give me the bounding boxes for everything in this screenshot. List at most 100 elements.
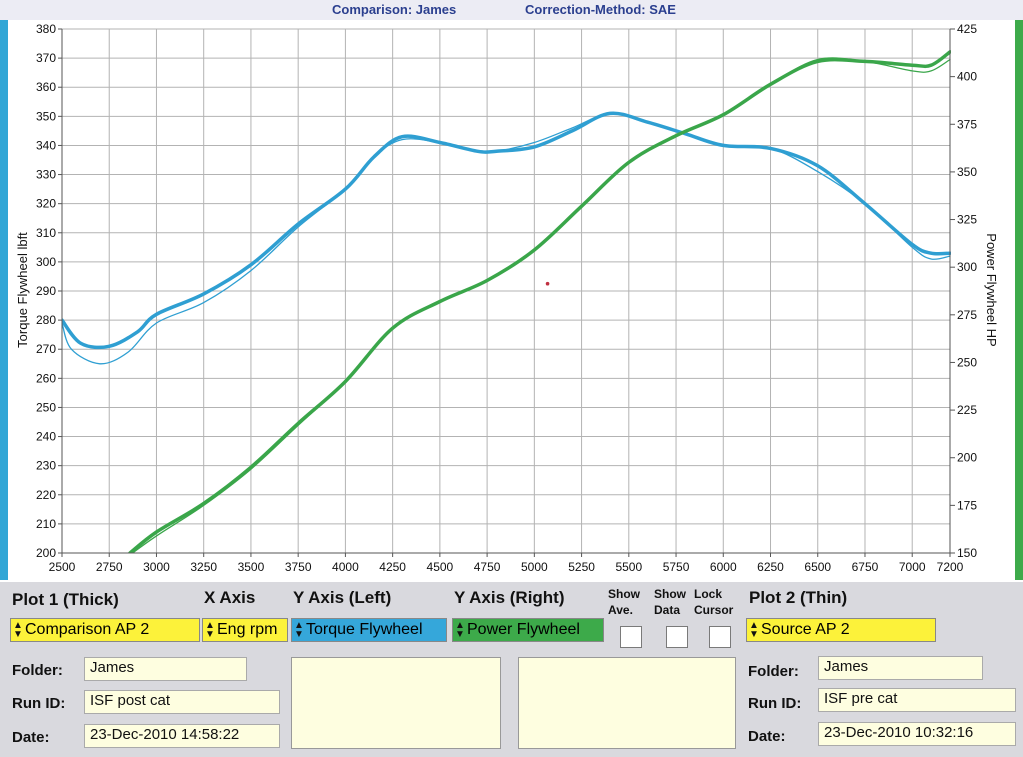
y-axis-left-label: Torque Flywheel lbft [15, 232, 30, 348]
plot2-folder-label: Folder: [748, 663, 799, 680]
y-axis-right-value: Power Flywheel [467, 621, 580, 638]
y2-tick-label: 375 [957, 117, 977, 131]
cursor-dot [545, 281, 550, 286]
x-tick-label: 4500 [427, 560, 454, 574]
y-axis-right-title: Y Axis (Right) [454, 588, 565, 607]
spinner-icon: ▲ ▼ [749, 620, 759, 640]
x-tick-label: 3750 [285, 560, 312, 574]
y-tick-label: 360 [36, 80, 56, 94]
y2-tick-label: 200 [957, 451, 977, 465]
x-axis-title: X Axis [204, 588, 256, 607]
spinner-icon: ▲ ▼ [455, 620, 465, 640]
plot1-date-label: Date: [12, 729, 50, 746]
y-tick-label: 300 [36, 255, 56, 269]
y-tick-label: 200 [36, 546, 56, 560]
y-axis-right-label: Power Flywheel HP [984, 233, 999, 346]
x-tick-label: 7000 [899, 560, 926, 574]
y-tick-label: 260 [36, 371, 56, 385]
x-tick-label: 3250 [190, 560, 217, 574]
notes-box-right[interactable] [518, 657, 736, 749]
plot1-date-field[interactable]: 23-Dec-2010 14:58:22 [84, 724, 280, 748]
plot2-source-select[interactable]: ▲ ▼ Source AP 2 [746, 618, 936, 642]
y2-tick-label: 425 [957, 22, 977, 36]
y-axis-left-select[interactable]: ▲ ▼ Torque Flywheel [291, 618, 447, 642]
x-tick-label: 2750 [96, 560, 123, 574]
x-tick-label: 4750 [474, 560, 501, 574]
y-tick-label: 310 [36, 226, 56, 240]
plot2-runid-label: Run ID: [748, 695, 802, 712]
spinner-icon: ▲ ▼ [13, 620, 23, 640]
y2-tick-label: 175 [957, 498, 977, 512]
y2-tick-label: 250 [957, 355, 977, 369]
x-axis-value: Eng rpm [217, 621, 278, 638]
plot1-runid-field[interactable]: ISF post cat [84, 690, 280, 714]
plot2-date-label: Date: [748, 728, 786, 745]
dyno-chart: 2500 2750 3000 3250 3500 3750 4000 4250 4500 4750… [15, 22, 999, 574]
x-tick-label: 5500 [615, 560, 642, 574]
y-tick-label: 350 [36, 109, 56, 123]
y-axis-left-value: Torque Flywheel [306, 621, 423, 638]
plot2-date-field[interactable]: 23-Dec-2010 10:32:16 [818, 722, 1016, 746]
x-tick-label: 3000 [143, 560, 170, 574]
x-tick-label: 7200 [937, 560, 964, 574]
x-tick-label: 5750 [663, 560, 690, 574]
x-tick-label: 4000 [332, 560, 359, 574]
y-tick-label: 290 [36, 284, 56, 298]
lock-cursor-label-line1: Lock [694, 587, 723, 601]
x-axis-select[interactable]: ▲ ▼ Eng rpm [202, 618, 288, 642]
y-tick-label: 220 [36, 488, 56, 502]
x-tick-label: 5250 [568, 560, 595, 574]
plot2-runid-field[interactable]: ISF pre cat [818, 688, 1016, 712]
y-tick-label: 280 [36, 313, 56, 327]
spinner-icon: ▲ ▼ [205, 620, 215, 640]
spinner-icon: ▲ ▼ [294, 620, 304, 640]
y2-tick-label: 225 [957, 403, 977, 417]
y-tick-label: 250 [36, 400, 56, 414]
y2-tick-label: 275 [957, 308, 977, 322]
show-data-checkbox[interactable] [666, 626, 688, 648]
y2-tick-label: 400 [957, 70, 977, 84]
y-tick-label: 320 [36, 197, 56, 211]
y-tick-label: 340 [36, 138, 56, 152]
show-data-label-line1: Show [654, 587, 686, 601]
y2-tick-label: 150 [957, 546, 977, 560]
show-ave-checkbox[interactable] [620, 626, 642, 648]
y2-tick-label: 325 [957, 213, 977, 227]
y-tick-label: 380 [36, 22, 56, 36]
plot1-source-select[interactable]: ▲ ▼ Comparison AP 2 [10, 618, 200, 642]
y-tick-label: 230 [36, 459, 56, 473]
show-data-label-line2: Data [654, 603, 681, 617]
plot1-folder-label: Folder: [12, 662, 63, 679]
show-ave-label-line1: Show [608, 587, 640, 601]
x-tick-label: 6250 [757, 560, 784, 574]
show-ave-label: Show Ave. [608, 586, 640, 618]
y-axis-right-select[interactable]: ▲ ▼ Power Flywheel [452, 618, 604, 642]
lock-cursor-label-line2: Cursor [694, 603, 734, 617]
show-ave-label-line2: Ave. [608, 603, 633, 617]
lock-cursor-checkbox[interactable] [709, 626, 731, 648]
x-tick-label: 5000 [521, 560, 548, 574]
plot1-source-value: Comparison AP 2 [25, 621, 150, 638]
show-data-label: Show Data [654, 586, 686, 618]
plot2-folder-field[interactable]: James [818, 656, 983, 680]
x-tick-label: 6750 [852, 560, 879, 574]
y-tick-label: 240 [36, 430, 56, 444]
y-tick-label: 330 [36, 168, 56, 182]
notes-box-left[interactable] [291, 657, 501, 749]
y2-tick-label: 350 [957, 165, 977, 179]
x-tick-label: 6500 [804, 560, 831, 574]
y2-tick-label: 300 [957, 260, 977, 274]
y-tick-label: 270 [36, 342, 56, 356]
x-tick-label: 3500 [238, 560, 265, 574]
x-tick-label: 2500 [49, 560, 76, 574]
lock-cursor-label: Lock Cursor [694, 586, 733, 618]
plot2-source-value: Source AP 2 [761, 621, 850, 638]
y-tick-label: 370 [36, 51, 56, 65]
plot1-title: Plot 1 (Thick) [12, 590, 119, 609]
x-tick-label: 4250 [379, 560, 406, 574]
y-axis-left-title: Y Axis (Left) [293, 588, 392, 607]
y-tick-label: 210 [36, 517, 56, 531]
plot1-folder-field[interactable]: James [84, 657, 247, 681]
x-tick-label: 6000 [710, 560, 737, 574]
plot1-runid-label: Run ID: [12, 695, 66, 712]
